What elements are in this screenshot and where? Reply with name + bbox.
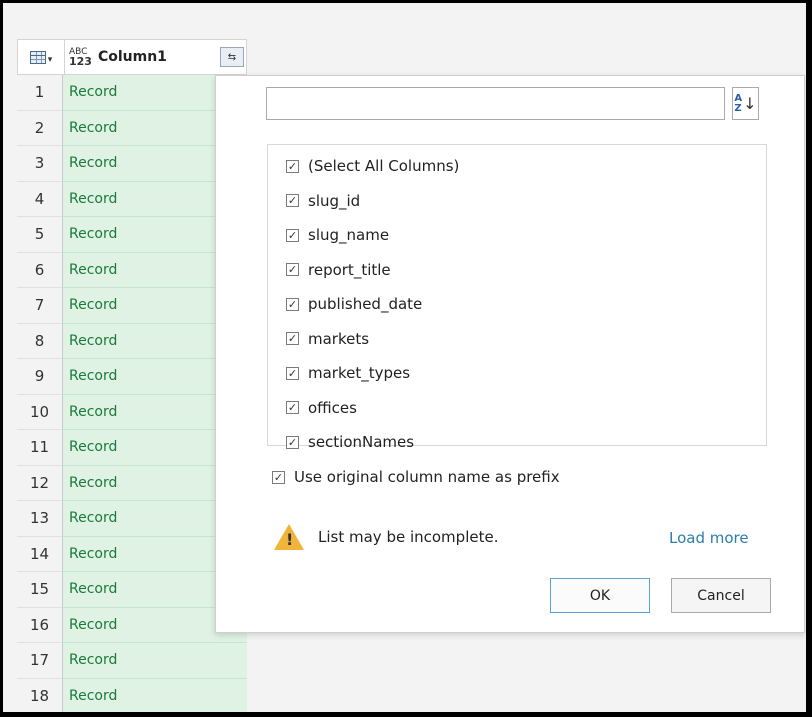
checkbox[interactable]: ✓ [286, 263, 299, 277]
table-row: 7 Record [17, 288, 247, 324]
column-label: slug_id [308, 191, 361, 210]
sort-az-button[interactable]: A Z ↓ [732, 87, 759, 120]
column-checkbox-item[interactable]: ✓ published_date [268, 287, 766, 322]
record-cell[interactable]: Record [63, 643, 247, 679]
warning-icon: ! [274, 524, 304, 550]
table-row: 11 Record [17, 430, 247, 466]
column-checkbox-item[interactable]: ✓ slug_name [268, 218, 766, 253]
column-checkbox-item[interactable]: ✓ sectionNames [268, 425, 766, 460]
top-strip [3, 3, 806, 39]
ok-button[interactable]: OK [550, 578, 650, 613]
column-label: (Select All Columns) [308, 157, 460, 176]
table-row: 12 Record [17, 465, 247, 501]
checkbox[interactable]: ✓ [286, 194, 299, 208]
row-number[interactable]: 10 [17, 394, 63, 430]
column-label: market_types [308, 364, 411, 383]
data-grid: ▾ ABC 123 Column1 ⇆ 1 Record 2 Record 3 Recor… [17, 39, 247, 712]
cancel-button[interactable]: Cancel [671, 578, 771, 613]
row-number[interactable]: 9 [17, 359, 63, 395]
table-row: 2 Record [17, 110, 247, 146]
column-checkbox-item[interactable]: ✓ (Select All Columns) [268, 149, 766, 184]
row-number[interactable]: 7 [17, 288, 63, 324]
table-row: 9 Record [17, 359, 247, 395]
grid-header: ▾ ABC 123 Column1 ⇆ [17, 39, 247, 75]
row-number[interactable]: 14 [17, 536, 63, 572]
search-columns-input[interactable] [266, 87, 725, 120]
checkbox[interactable]: ✓ [286, 401, 299, 415]
column-label: markets [308, 329, 370, 348]
checkbox[interactable]: ✓ [286, 332, 299, 346]
grid-body: 1 Record 2 Record 3 Record 4 Record 5 Record 6 Reco… [17, 75, 247, 712]
expand-columns-icon[interactable]: ⇆ [220, 47, 244, 67]
prefix-checkbox[interactable]: ✓ [272, 470, 285, 484]
checkbox[interactable]: ✓ [286, 435, 299, 449]
column-checkbox-item[interactable]: ✓ report_title [268, 253, 766, 288]
table-row: 6 Record [17, 252, 247, 288]
column-header[interactable]: ABC 123 Column1 ⇆ [65, 40, 246, 74]
table-row: 1 Record [17, 75, 247, 111]
chevron-down-icon: ▾ [47, 54, 53, 65]
table-menu-button[interactable]: ▾ [18, 40, 65, 74]
column-label: report_title [308, 260, 391, 279]
checkbox[interactable]: ✓ [286, 366, 299, 380]
load-more-link[interactable]: Load more [669, 529, 749, 547]
arrow-down-icon: ↓ [743, 94, 757, 113]
table-row: 8 Record [17, 323, 247, 359]
checkbox[interactable]: ✓ [286, 159, 299, 173]
row-number[interactable]: 8 [17, 323, 63, 359]
app-frame: ▾ ABC 123 Column1 ⇆ 1 Record 2 Record 3 Recor… [3, 3, 806, 712]
column-name: Column1 [97, 49, 167, 65]
row-number[interactable]: 16 [17, 607, 63, 643]
row-number[interactable]: 5 [17, 217, 63, 253]
column-checkbox-item[interactable]: ✓ slug_id [268, 184, 766, 219]
table-row: 17 Record [17, 643, 247, 679]
row-number[interactable]: 17 [17, 643, 63, 679]
table-row: 15 Record [17, 572, 247, 608]
row-number[interactable]: 18 [17, 678, 63, 712]
table-row: 14 Record [17, 536, 247, 572]
record-cell[interactable]: Record [63, 678, 247, 712]
warning-row: ! List may be incomplete. [274, 524, 498, 550]
table-row: 18 Record [17, 678, 247, 712]
table-row: 3 Record [17, 146, 247, 182]
table-row: 4 Record [17, 181, 247, 217]
sort-az-icon: A Z [734, 92, 743, 114]
column-checklist: ✓ (Select All Columns) ✓ slug_id ✓ slug_name ✓… [267, 144, 767, 451]
row-number[interactable]: 12 [17, 465, 63, 501]
column-checkbox-item[interactable]: ✓ offices [268, 391, 766, 426]
column-label: published_date [308, 295, 423, 314]
table-row: 5 Record [17, 217, 247, 253]
row-number[interactable]: 2 [17, 110, 63, 146]
prefix-label: Use original column name as prefix [294, 468, 560, 486]
column-checkbox-item[interactable]: ✓ markets [268, 322, 766, 357]
prefix-checkbox-row[interactable]: ✓ Use original column name as prefix [272, 468, 560, 486]
column-checkbox-item[interactable]: ✓ market_types [268, 356, 766, 391]
column-label: offices [308, 398, 357, 417]
checkbox[interactable]: ✓ [286, 297, 299, 311]
checkbox[interactable]: ✓ [286, 228, 299, 242]
row-number[interactable]: 4 [17, 181, 63, 217]
table-row: 16 Record [17, 607, 247, 643]
column-label: sectionNames [308, 433, 415, 452]
row-number[interactable]: 15 [17, 572, 63, 608]
row-number[interactable]: 6 [17, 252, 63, 288]
column-label: slug_name [308, 226, 390, 245]
table-icon [29, 50, 46, 64]
any-type-icon[interactable]: ABC 123 [69, 48, 92, 68]
warning-text: List may be incomplete. [318, 528, 499, 546]
table-row: 10 Record [17, 394, 247, 430]
row-number[interactable]: 13 [17, 501, 63, 537]
row-number[interactable]: 11 [17, 430, 63, 466]
expand-columns-popup: A Z ↓ ✓ (Select All Columns) ✓ slug_id ✓ slug… [215, 75, 805, 633]
row-number[interactable]: 1 [17, 75, 63, 111]
table-row: 13 Record [17, 501, 247, 537]
row-number[interactable]: 3 [17, 146, 63, 182]
